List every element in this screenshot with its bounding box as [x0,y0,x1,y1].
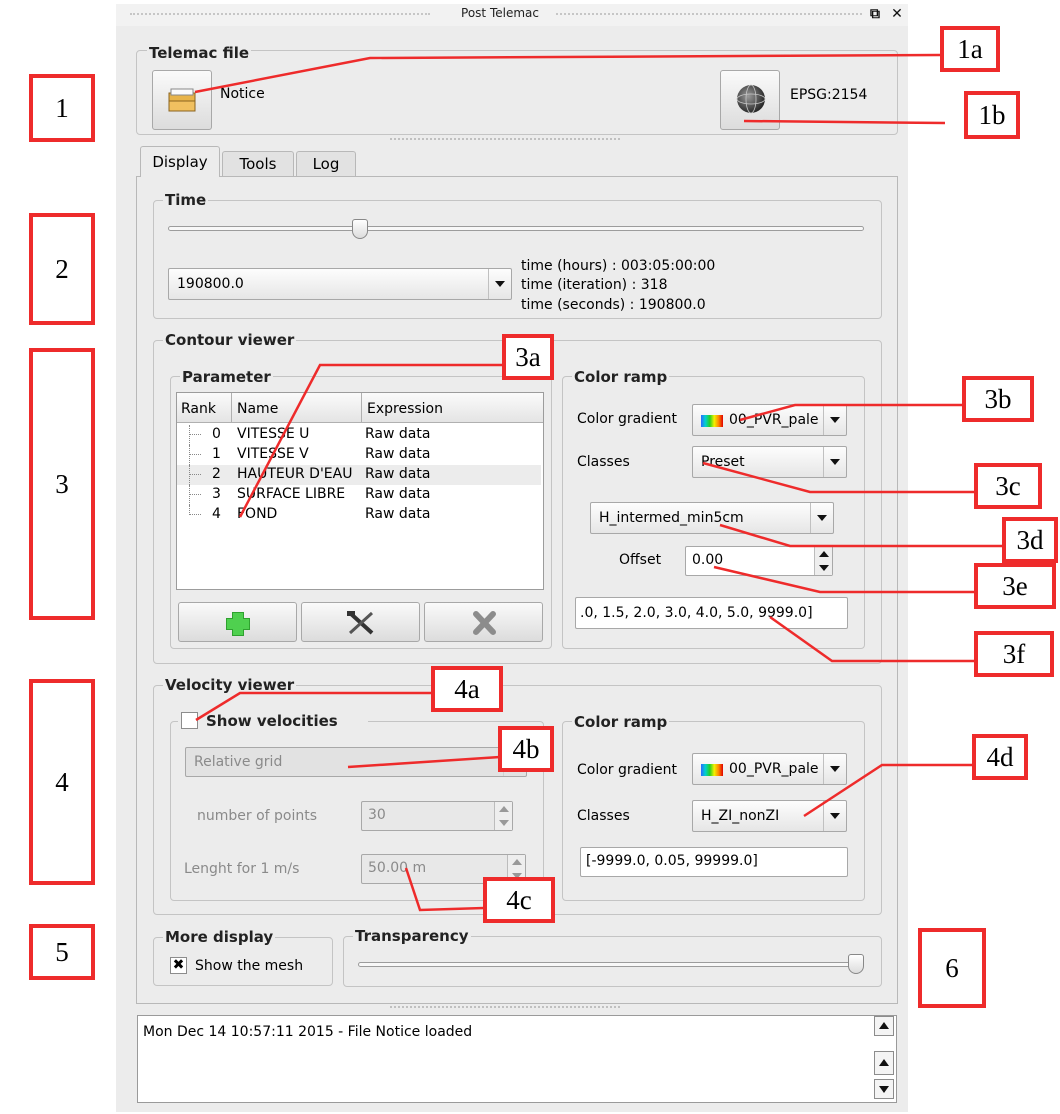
leader-4b [347,755,501,769]
leader-3a [238,363,503,518]
callout-1a: 1a [940,26,1000,72]
leader-4c [404,867,485,912]
leader-3d [719,523,1003,548]
leader-4a [195,691,432,722]
annotation-box-5: 5 [29,924,95,980]
leader-1a [194,53,941,94]
callout-4b: 4b [498,726,554,772]
annotation-box-1: 1 [29,74,95,142]
callout-3f: 3f [974,631,1054,677]
annotation-box-3: 3 [29,348,95,620]
callout-3e: 3e [974,563,1056,609]
leader-3e [713,565,975,594]
callout-3a: 3a [502,334,554,380]
callout-3d: 3d [1002,517,1058,563]
leader-3b [739,403,963,422]
leader-3c [702,461,975,494]
callout-4c: 4c [483,877,555,923]
annotation-lines [194,53,1003,912]
callout-4d: 4d [972,734,1028,780]
leader-3f [769,615,975,663]
annotation-box-2: 2 [29,213,95,325]
callout-3b: 3b [962,376,1034,422]
leader-4d [803,763,972,818]
annotation-box-6: 6 [918,928,986,1008]
annotation-box-4: 4 [29,679,95,885]
leader-1b [743,119,946,125]
callout-3c: 3c [974,463,1042,509]
callout-1b: 1b [964,91,1020,139]
callout-4a: 4a [431,666,503,712]
